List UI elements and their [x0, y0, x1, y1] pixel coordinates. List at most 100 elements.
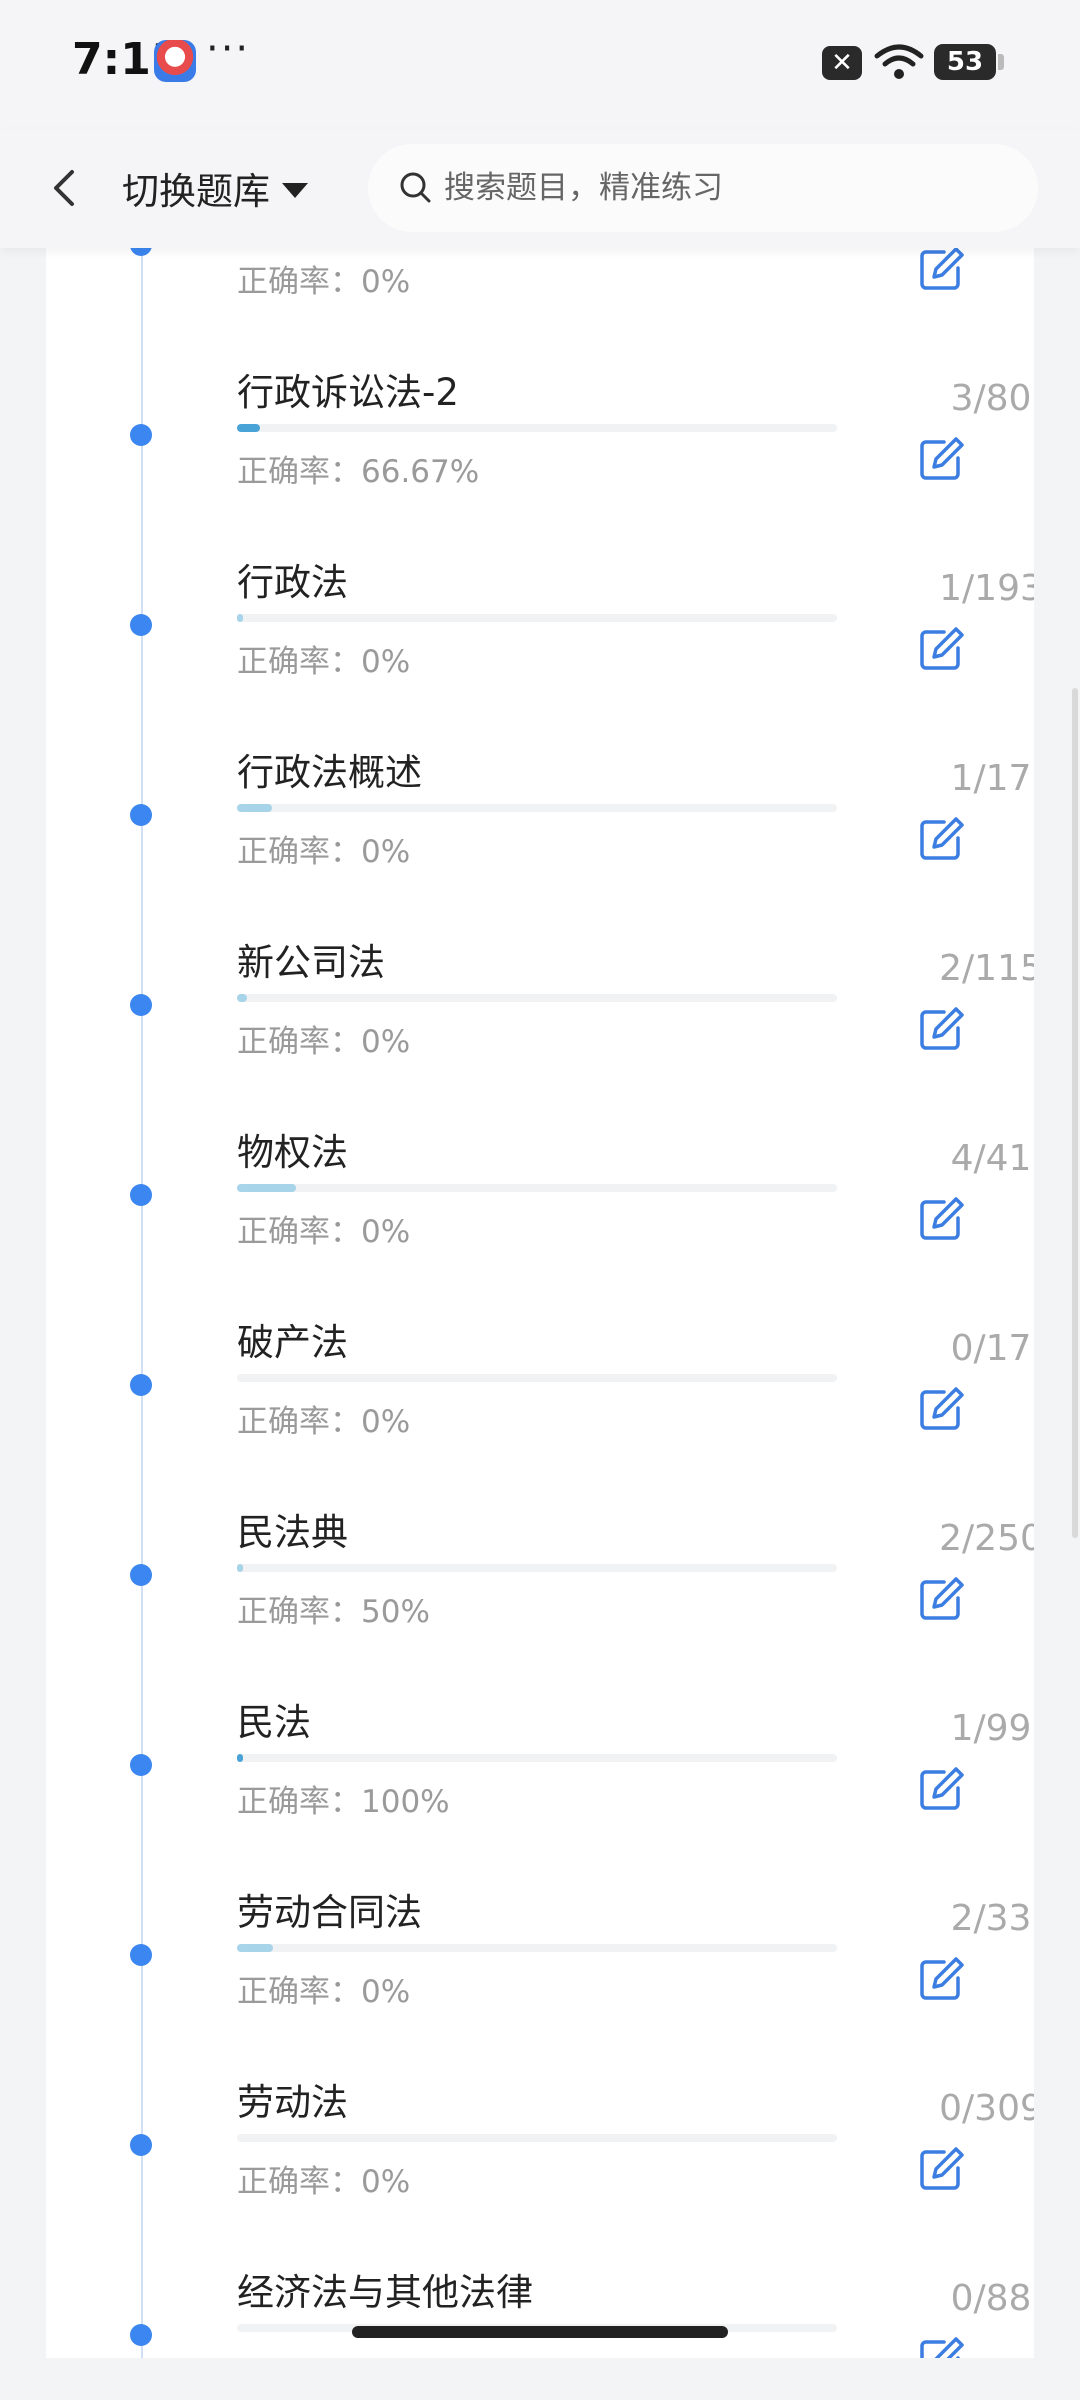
timeline-dot: [130, 1754, 152, 1776]
chapter-item[interactable]: 劳动合同法正确率：0% 2/33: [46, 1862, 1034, 2052]
edit-practice-icon[interactable]: [916, 1954, 966, 2004]
chapter-item[interactable]: 民法正确率：100% 1/99: [46, 1672, 1034, 1862]
timeline-dot: [130, 248, 152, 256]
scrollbar[interactable]: [1072, 688, 1078, 1538]
chapter-title: 经济法与其他法律: [237, 2271, 533, 2314]
timeline-dot: [130, 2134, 152, 2156]
timeline-dot: [130, 1564, 152, 1586]
timeline-dot: [130, 2324, 152, 2346]
timeline-dot: [130, 804, 152, 826]
progress-bar-fill: [237, 614, 243, 622]
edit-practice-icon[interactable]: [916, 814, 966, 864]
chapter-item[interactable]: 行政诉讼法-2 正确率：66.67% 3/80: [46, 342, 1034, 532]
chapter-list: 行政诉讼法-1正确率：0%2/81行政诉讼法-2正确率：66.67%3/80行政…: [46, 248, 1034, 2358]
progress-bar: [237, 1184, 837, 1192]
chapter-item[interactable]: 行政诉讼法-1正确率：0%2/81: [46, 248, 1034, 342]
home-indicator[interactable]: [352, 2326, 728, 2338]
accuracy-text: 正确率：0%: [237, 264, 411, 300]
progress-count: 2/33: [950, 1898, 1032, 1939]
edit-practice-icon[interactable]: [916, 434, 966, 484]
progress-bar: [237, 1564, 837, 1572]
progress-bar-fill: [237, 1944, 274, 1952]
accuracy-text: 正确率：66.67%: [237, 454, 480, 490]
chapter-title: 民法: [237, 1701, 311, 1744]
progress-bar: [237, 2134, 837, 2142]
search-icon: [400, 172, 431, 203]
back-arrow-icon[interactable]: [38, 160, 94, 216]
switch-question-bank-dropdown[interactable]: 切换题库: [122, 158, 308, 218]
battery-icon: 53: [934, 44, 1004, 80]
accuracy-text: 正确率：0%: [237, 1214, 411, 1250]
chapter-title: 行政法: [237, 561, 348, 604]
edit-practice-icon[interactable]: [916, 2144, 966, 2194]
chapter-title: 新公司法: [237, 941, 385, 984]
edit-practice-icon[interactable]: [916, 1384, 966, 1434]
notification-badge-icon: ✕: [822, 46, 862, 80]
accuracy-text: 正确率：0%: [237, 1404, 411, 1440]
chapter-item[interactable]: 行政法正确率：0% 1/193: [46, 532, 1034, 722]
edit-practice-icon[interactable]: [916, 1004, 966, 1054]
timeline-dot: [130, 1944, 152, 1966]
progress-bar: [237, 1754, 837, 1762]
progress-bar: [237, 614, 837, 622]
edit-practice-icon[interactable]: [916, 1194, 966, 1244]
chapter-item[interactable]: 新公司法正确率：0% 2/115: [46, 912, 1034, 1102]
timeline-dot: [130, 1374, 152, 1396]
progress-bar-fill: [237, 424, 260, 432]
chapter-item[interactable]: 行政法概述 正确率：0% 1/17: [46, 722, 1034, 912]
progress-count: 2/115: [939, 948, 1034, 989]
chapter-item[interactable]: 物权法正确率：0% 4/41: [46, 1102, 1034, 1292]
accuracy-text: 正确率：0%: [237, 1024, 411, 1060]
chapter-title: 破产法: [237, 1321, 348, 1364]
chapter-title: 民法典: [237, 1511, 348, 1554]
search-input[interactable]: [442, 169, 1006, 207]
accuracy-text: 正确率：0%: [237, 2164, 411, 2200]
app-notification-icon: [154, 40, 196, 82]
timeline-dot: [130, 1184, 152, 1206]
accuracy-text: 正确率：100%: [237, 1784, 450, 1820]
timeline-dot: [130, 424, 152, 446]
progress-bar: [237, 424, 837, 432]
progress-bar-fill: [237, 1754, 244, 1762]
chapter-title: 劳动法: [237, 2081, 348, 2124]
chapter-item[interactable]: 经济法与其他法律 0/88: [46, 2242, 1034, 2358]
edit-practice-icon[interactable]: [916, 2334, 966, 2358]
progress-count: 0/309: [939, 2088, 1034, 2129]
caret-down-icon: [282, 182, 308, 198]
progress-bar-fill: [237, 1184, 296, 1192]
progress-bar: [237, 994, 837, 1002]
chapter-title: 物权法: [237, 1131, 348, 1174]
edit-practice-icon[interactable]: [916, 624, 966, 674]
edit-practice-icon[interactable]: [916, 1764, 966, 1814]
wifi-icon: [874, 44, 924, 79]
accuracy-text: 正确率：0%: [237, 834, 411, 870]
progress-count: 1/99: [950, 1708, 1032, 1749]
progress-bar: [237, 1944, 837, 1952]
progress-count: 1/193: [939, 568, 1034, 609]
progress-count: 0/17: [950, 1328, 1032, 1369]
accuracy-text: 正确率：50%: [237, 1594, 430, 1630]
switch-question-bank-label: 切换题库: [122, 170, 270, 213]
timeline-dot: [130, 614, 152, 636]
progress-bar-fill: [237, 1564, 243, 1572]
status-bar: 7:11 ··· ✕ 53: [0, 0, 1080, 130]
chapter-item[interactable]: 民法典正确率：50% 2/250: [46, 1482, 1034, 1672]
progress-count: 0/88: [950, 2278, 1032, 2319]
accuracy-text: 正确率：0%: [237, 644, 411, 680]
edit-practice-icon[interactable]: [916, 248, 966, 294]
progress-bar-fill: [237, 994, 248, 1002]
chapter-title: 劳动合同法: [237, 1891, 422, 1934]
progress-count: 3/80: [950, 378, 1032, 419]
edit-practice-icon[interactable]: [916, 1574, 966, 1624]
progress-bar: [237, 1374, 837, 1382]
chapter-item[interactable]: 破产法正确率：0% 0/17: [46, 1292, 1034, 1482]
chapter-item[interactable]: 劳动法正确率：0% 0/309: [46, 2052, 1034, 2242]
timeline-dot: [130, 994, 152, 1016]
progress-count: 4/41: [950, 1138, 1032, 1179]
progress-bar: [237, 804, 837, 812]
chapter-title: 行政诉讼法-2: [237, 371, 459, 414]
progress-count: 2/250: [939, 1518, 1034, 1559]
accuracy-text: 正确率：0%: [237, 1974, 411, 2010]
progress-count: 1/17: [950, 758, 1032, 799]
search-bar[interactable]: [368, 144, 1038, 232]
